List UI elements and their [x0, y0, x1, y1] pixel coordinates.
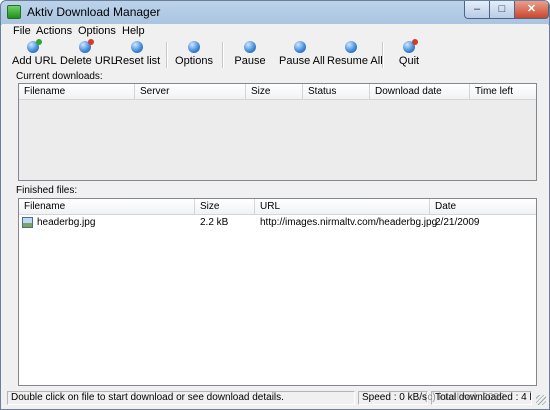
col-time-left[interactable]: Time left	[470, 84, 536, 99]
quit-button[interactable]: Quit	[395, 39, 423, 69]
quit-icon	[403, 39, 418, 53]
toolbar-separator	[222, 42, 224, 68]
resize-grip[interactable]	[536, 395, 546, 405]
menu-file[interactable]: File	[13, 25, 31, 37]
menu-bar: File Actions Options Help	[2, 24, 548, 39]
delete-url-label: Delete URL	[60, 55, 117, 67]
watermark: (c) intelliweb 2009	[424, 392, 505, 403]
finished-files-label: Finished files:	[16, 185, 78, 196]
menu-help[interactable]: Help	[122, 25, 145, 37]
delete-url-button[interactable]: Delete URL	[60, 39, 117, 69]
add-url-icon	[27, 39, 42, 53]
pause-all-icon	[294, 41, 306, 53]
pause-all-label: Pause All	[279, 55, 325, 67]
pause-button[interactable]: Pause	[233, 39, 267, 69]
row-date: 2/21/2009	[435, 217, 480, 228]
toolbar: Add URL Delete URL Reset list Options Pa…	[2, 39, 548, 69]
minimize-button[interactable]: –	[464, 1, 490, 19]
window-title: Aktiv Download Manager	[27, 5, 161, 19]
finished-list-header: Filename Size URL Date	[19, 199, 536, 215]
col-status[interactable]: Status	[303, 84, 370, 99]
add-url-label: Add URL	[12, 55, 57, 67]
table-row[interactable]: headerbg.jpg 2.2 kB http://images.nirmal…	[19, 215, 536, 231]
col-url[interactable]: URL	[255, 199, 430, 214]
delete-url-icon	[79, 39, 94, 53]
app-logo-icon	[7, 5, 21, 19]
col-date[interactable]: Date	[430, 199, 536, 214]
reset-list-label: Reset list	[115, 55, 161, 67]
menu-actions[interactable]: Actions	[36, 25, 72, 37]
quit-label: Quit	[398, 55, 420, 67]
options-button[interactable]: Options	[174, 39, 214, 69]
reset-list-button[interactable]: Reset list	[115, 39, 161, 69]
options-label: Options	[175, 55, 213, 67]
resume-all-icon	[345, 41, 357, 53]
row-size: 2.2 kB	[200, 217, 229, 228]
col-filename[interactable]: Filename	[19, 84, 135, 99]
current-downloads-list[interactable]: Filename Server Size Status Download dat…	[18, 83, 537, 181]
maximize-button[interactable]: □	[490, 1, 515, 19]
col-size[interactable]: Size	[246, 84, 303, 99]
status-speed: Speed : 0 kB/s	[358, 391, 428, 405]
status-hint: Double click on file to start download o…	[7, 391, 355, 405]
pause-icon	[244, 41, 256, 53]
col-filename[interactable]: Filename	[19, 199, 195, 214]
menu-options[interactable]: Options	[78, 25, 116, 37]
row-filename: headerbg.jpg	[37, 217, 96, 228]
resume-all-button[interactable]: Resume All	[327, 39, 383, 69]
col-download-date[interactable]: Download date	[370, 84, 470, 99]
close-button[interactable]: ✕	[515, 1, 549, 19]
toolbar-separator	[166, 42, 168, 68]
col-server[interactable]: Server	[135, 84, 246, 99]
resume-all-label: Resume All	[327, 55, 383, 67]
image-file-icon	[22, 217, 33, 228]
pause-all-button[interactable]: Pause All	[279, 39, 325, 69]
add-url-button[interactable]: Add URL	[12, 39, 57, 69]
options-icon	[188, 41, 200, 53]
pause-label: Pause	[234, 55, 266, 67]
app-window: Aktiv Download Manager – □ ✕ File Action…	[0, 0, 550, 410]
current-downloads-label: Current downloads:	[16, 71, 103, 82]
reset-list-icon	[131, 41, 143, 53]
current-list-header: Filename Server Size Status Download dat…	[19, 84, 536, 100]
row-url: http://images.nirmaltv.com/headerbg.jpg	[260, 217, 438, 228]
toolbar-separator	[382, 42, 384, 68]
col-size[interactable]: Size	[195, 199, 255, 214]
finished-files-list[interactable]: Filename Size URL Date headerbg.jpg 2.2 …	[18, 198, 537, 386]
title-bar[interactable]: Aktiv Download Manager – □ ✕	[1, 1, 549, 23]
